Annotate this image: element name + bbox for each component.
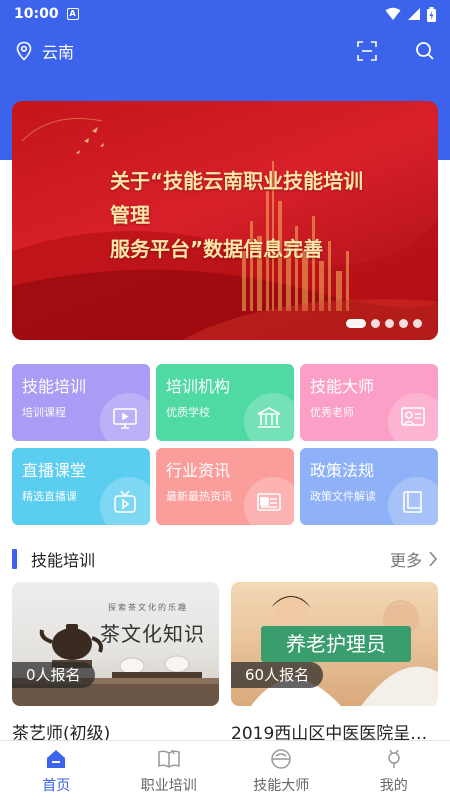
- carousel-indicator: [346, 319, 422, 328]
- carousel-dot[interactable]: [371, 319, 380, 328]
- status-bar: 10:00 A: [0, 0, 450, 28]
- course-image-elderly-care: 养老护理员 60人报名: [231, 582, 438, 706]
- tv-play-icon: [114, 490, 136, 513]
- banner-title-line2: 服务平台”数据信息完善: [110, 237, 324, 261]
- course-image-caption: 茶文化知识: [100, 622, 205, 646]
- nav-label: 首页: [42, 777, 71, 794]
- chevron-right-icon: [429, 551, 438, 567]
- signal-icon: [408, 8, 420, 20]
- wifi-icon: [385, 7, 401, 20]
- teacher-icon: [401, 407, 425, 426]
- carousel-dot[interactable]: [346, 319, 366, 328]
- location-pin-icon[interactable]: [14, 41, 34, 61]
- section-header-skill-training: 技能培训 更多: [12, 546, 438, 572]
- course-card[interactable]: 探索茶文化的乐趣 茶文化知识 0人报名 茶艺师(初级): [12, 582, 219, 744]
- banner-headline: 关于“技能云南职业技能培训管理 服务平台”数据信息完善: [110, 164, 370, 266]
- top-header: 云南: [0, 28, 450, 74]
- open-book-icon: [158, 749, 180, 768]
- search-icon: [416, 42, 434, 60]
- section-accent-bar: [12, 549, 17, 569]
- tile-industry-news[interactable]: 行业资讯 最新最热资讯: [156, 448, 294, 525]
- nav-vocational-training[interactable]: 职业培训: [113, 741, 226, 800]
- book-icon: [403, 491, 422, 513]
- building-icon: [257, 407, 281, 428]
- section-title: 技能培训: [31, 551, 96, 570]
- carousel-dot[interactable]: [399, 319, 408, 328]
- scan-button[interactable]: [356, 40, 378, 62]
- tile-training-institutions[interactable]: 培训机构 优质学校: [156, 364, 294, 441]
- nav-home[interactable]: 首页: [0, 741, 113, 800]
- tile-skill-training[interactable]: 技能培训 培训课程: [12, 364, 150, 441]
- enrollment-count: 60人报名: [231, 662, 324, 688]
- bottom-navigation: 首页 职业培训 技能大师 我的: [0, 740, 450, 800]
- profile-icon: [388, 749, 400, 768]
- news-icon: [257, 493, 281, 511]
- course-image-caption: 养老护理员: [261, 626, 411, 662]
- carousel-dot[interactable]: [413, 319, 422, 328]
- nav-label: 我的: [379, 777, 408, 794]
- search-button[interactable]: [414, 40, 436, 62]
- more-link[interactable]: 更多: [390, 547, 438, 571]
- tile-skill-masters[interactable]: 技能大师 优秀老师: [300, 364, 438, 441]
- scan-icon: [357, 41, 377, 61]
- course-card[interactable]: 养老护理员 60人报名 2019西山区中医医院呈…: [231, 582, 438, 744]
- banner-title-line1: 关于“技能云南职业技能培训管理: [110, 169, 364, 227]
- nav-skill-masters[interactable]: 技能大师: [225, 741, 338, 800]
- promo-banner[interactable]: 关于“技能云南职业技能培训管理 服务平台”数据信息完善: [12, 101, 438, 340]
- nav-label: 职业培训: [140, 777, 197, 794]
- nav-label: 技能大师: [253, 777, 310, 794]
- course-image-small-caption: 探索茶文化的乐趣: [108, 603, 188, 612]
- tile-policies-regulations[interactable]: 政策法规 政策文件解读: [300, 448, 438, 525]
- feature-grid: 技能培训 培训课程 培训机构 优质学校 技能大师 优秀老师 直播课堂 精选直播课…: [12, 364, 438, 525]
- home-icon: [47, 749, 66, 768]
- screen-play-icon: [113, 408, 137, 429]
- master-icon: [271, 748, 291, 769]
- course-list: 探索茶文化的乐趣 茶文化知识 0人报名 茶艺师(初级) 养老护理员 60人报名 …: [12, 582, 438, 744]
- carousel-dot[interactable]: [385, 319, 394, 328]
- current-city[interactable]: 云南: [42, 39, 74, 63]
- enrollment-count: 0人报名: [12, 662, 95, 688]
- nav-profile[interactable]: 我的: [338, 741, 450, 800]
- course-image-tea: 探索茶文化的乐趣 茶文化知识 0人报名: [12, 582, 219, 706]
- status-icons: [385, 6, 436, 22]
- status-time: 10:00: [14, 6, 59, 22]
- notification-a-icon: A: [66, 8, 79, 20]
- tile-live-classroom[interactable]: 直播课堂 精选直播课: [12, 448, 150, 525]
- battery-icon: [427, 6, 436, 22]
- more-label: 更多: [389, 551, 422, 570]
